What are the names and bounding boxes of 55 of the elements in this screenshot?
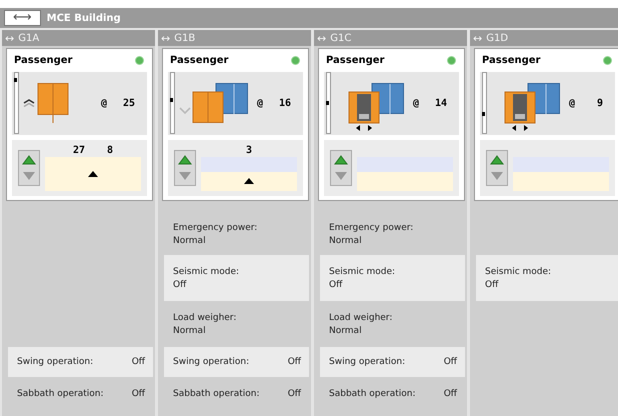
up-down-buttons-icon[interactable]	[18, 150, 40, 186]
status-value: Off	[288, 357, 301, 367]
status-label: Load weigher:	[173, 312, 238, 322]
group-header[interactable]: ↔ G1B	[158, 30, 311, 46]
status-value: Normal	[173, 236, 207, 246]
car-type: Passenger	[170, 55, 228, 66]
call-floor: 3	[246, 144, 252, 157]
at-sign: @	[100, 98, 107, 109]
status-label: Emergency power:	[173, 222, 258, 232]
at-sign: @	[568, 98, 575, 109]
status-value: Off	[132, 357, 145, 367]
floor-number: 16	[278, 98, 291, 109]
floor-number: 9	[596, 98, 603, 109]
status-value: Normal	[329, 236, 363, 246]
up-down-buttons-icon[interactable]	[174, 150, 196, 186]
floor-number: 25	[122, 98, 135, 109]
status-value: Off	[485, 280, 500, 290]
car-type: Passenger	[14, 55, 72, 66]
group-header[interactable]: ↔ G1A	[2, 30, 155, 46]
status-label: Swing operation:	[17, 357, 94, 367]
at-sign: @	[412, 98, 419, 109]
group-header[interactable]: ↔ G1D	[470, 30, 618, 46]
call-floor: 8	[107, 144, 114, 157]
status-label: Swing operation:	[329, 357, 406, 367]
elevator-car-icon	[348, 83, 404, 132]
at-sign: @	[256, 98, 263, 109]
status-value: Off	[444, 389, 457, 399]
status-value: Normal	[329, 326, 363, 336]
car-type: Passenger	[482, 55, 540, 66]
status-label: Sabbath operation:	[329, 389, 416, 399]
building-title: MCE Building	[46, 12, 121, 24]
elevator-car-icon	[37, 83, 69, 124]
call-floor: 27	[72, 144, 85, 157]
status-label: Emergency power:	[329, 222, 414, 232]
status-label: Seismic mode:	[173, 266, 240, 276]
status-label: Seismic mode:	[329, 266, 396, 276]
status-value: Off	[173, 280, 188, 290]
elevator-car-icon	[192, 83, 248, 124]
status-label: Sabbath operation:	[173, 389, 260, 399]
status-label: Sabbath operation:	[17, 389, 104, 399]
up-down-buttons-icon[interactable]	[330, 150, 352, 186]
expand-button[interactable]: ⟷	[4, 10, 41, 26]
status-label: Swing operation:	[173, 357, 250, 367]
floor-number: 14	[434, 98, 447, 109]
status-value: Off	[288, 389, 301, 399]
elevator-car-icon	[504, 83, 560, 132]
status-value: Off	[444, 357, 457, 367]
status-label: Load weigher:	[329, 312, 394, 322]
status-value: Off	[132, 389, 145, 399]
status-label: Seismic mode:	[485, 266, 552, 276]
status-value: Off	[329, 280, 344, 290]
car-type: Passenger	[326, 55, 384, 66]
up-down-buttons-icon[interactable]	[486, 150, 508, 186]
group-header[interactable]: ↔ G1C	[314, 30, 467, 46]
status-value: Normal	[173, 326, 207, 336]
